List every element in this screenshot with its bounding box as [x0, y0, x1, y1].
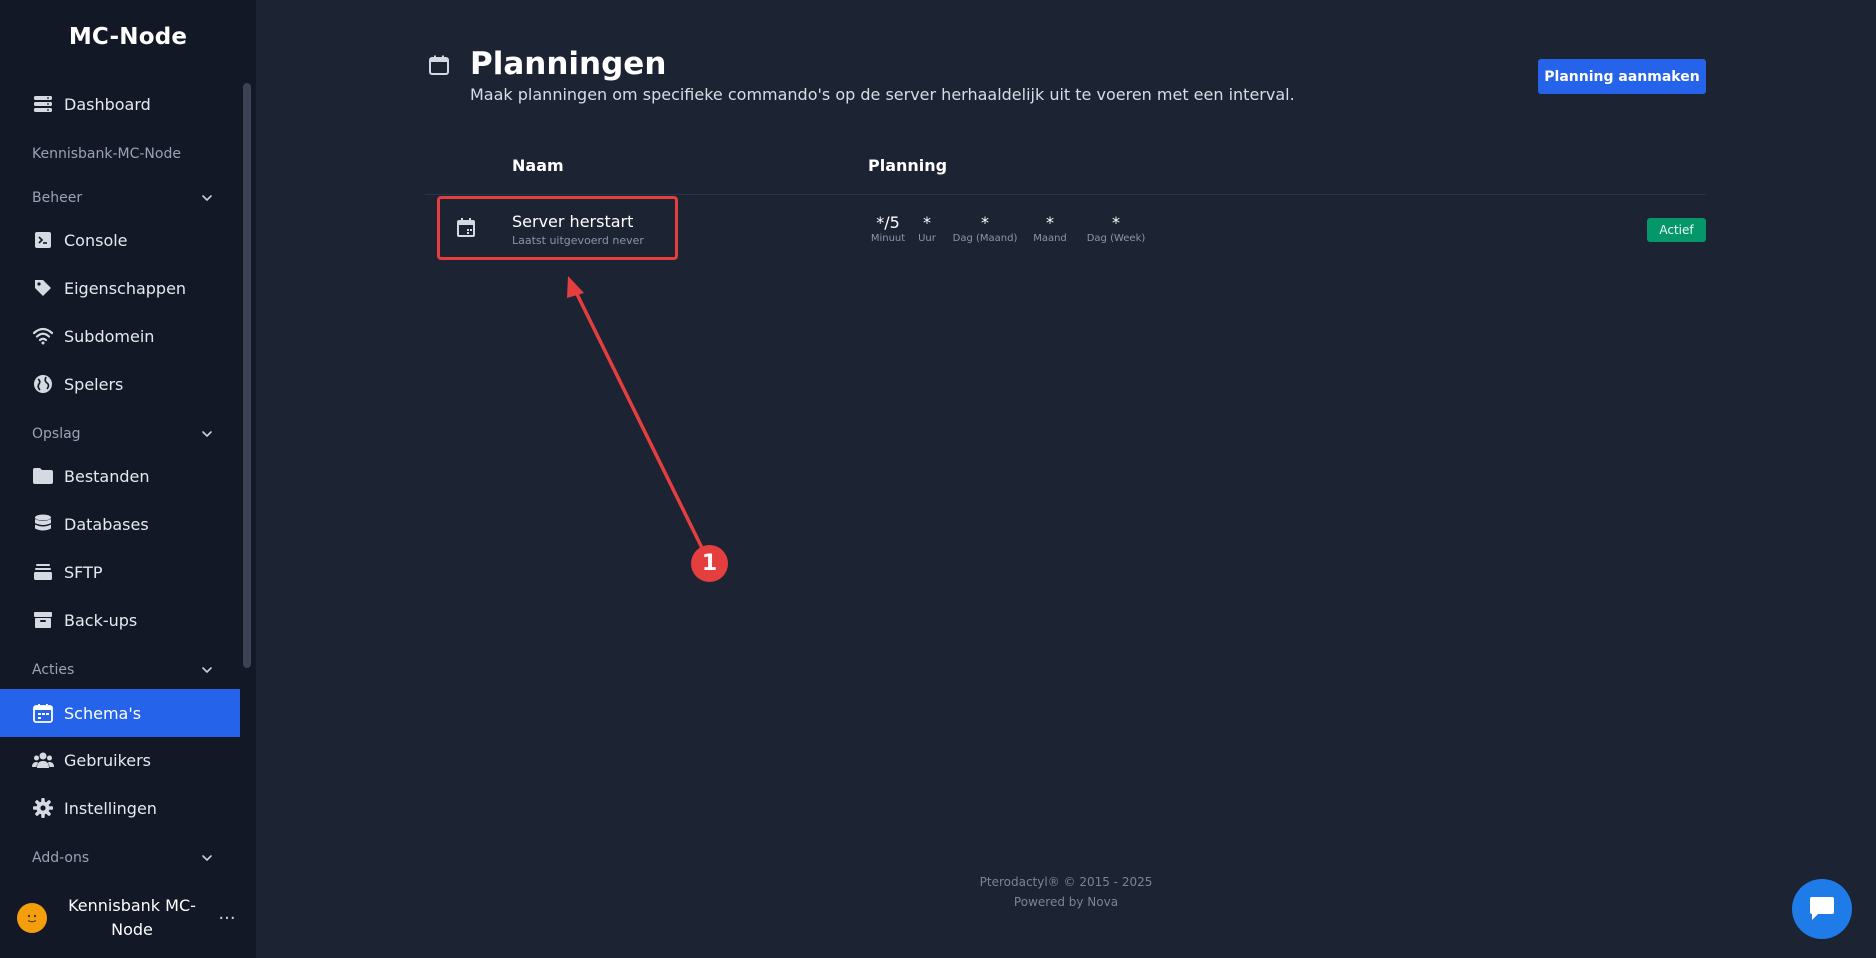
sidebar-item-console[interactable]: Console: [0, 217, 240, 263]
schedule-name[interactable]: Server herstart: [512, 212, 633, 231]
sidebar-item-label: Bestanden: [64, 466, 150, 486]
user-name: Kennisbank MC- Node: [62, 894, 202, 942]
sidebar-item-sftp[interactable]: SFTP: [0, 549, 240, 595]
sidebar-item-label: Subdomein: [64, 326, 155, 346]
sidebar: MC-Node Dashboard Kennisbank-MC-Node Beh…: [0, 0, 256, 958]
schedule-last-run: Laatst uitgevoerd never: [512, 234, 644, 247]
cron-hour-value: *: [923, 213, 931, 232]
cron-hour: * Uur: [912, 214, 942, 246]
footer-copyright: Pterodactyl® © 2015 - 2025: [979, 875, 1153, 889]
section-addons-label: Add-ons: [32, 850, 90, 866]
cron-minute-label: Minuut: [870, 233, 906, 244]
section-opslag[interactable]: Opslag: [32, 423, 212, 445]
avatar[interactable]: [17, 903, 47, 933]
gear-icon: [32, 797, 54, 819]
column-header-name: Naam: [512, 156, 564, 175]
sidebar-item-instellingen[interactable]: Instellingen: [0, 785, 240, 831]
sidebar-item-label: Console: [64, 230, 128, 250]
globe-icon: [32, 373, 54, 395]
sidebar-item-schemas[interactable]: Schema's: [0, 689, 240, 737]
terminal-icon: [32, 229, 54, 251]
cron-day-week-label: Dag (Week): [1086, 233, 1146, 244]
sidebar-scrollbar-thumb[interactable]: [243, 83, 251, 668]
sidebar-item-backups[interactable]: Back-ups: [0, 597, 240, 643]
tag-icon: [32, 277, 54, 299]
sidebar-item-label: Eigenschappen: [64, 278, 187, 298]
sidebar-item-label: Instellingen: [64, 798, 157, 818]
table-divider: [425, 194, 1706, 195]
user-name-line2: Node: [111, 920, 153, 939]
footer-powered-by: Powered by Nova: [1013, 895, 1119, 909]
page-title: Planningen: [470, 46, 667, 82]
cron-day-month-label: Dag (Maand): [952, 233, 1018, 244]
user-name-line1: Kennisbank MC-: [68, 896, 196, 915]
sidebar-item-dashboard[interactable]: Dashboard: [0, 81, 240, 127]
chevron-down-icon: [202, 667, 212, 674]
annotation-marker: 1: [691, 545, 728, 582]
sidebar-item-databases[interactable]: Databases: [0, 501, 240, 547]
cron-hour-label: Uur: [918, 233, 936, 244]
calendar-icon: [428, 54, 450, 76]
column-header-schedule: Planning: [868, 156, 948, 175]
layers-icon: [32, 561, 54, 583]
cron-minute-value: */5: [876, 213, 900, 232]
cron-month: * Maand: [1029, 214, 1071, 246]
server-stack-icon: [32, 93, 54, 115]
sidebar-item-label: SFTP: [64, 562, 103, 582]
cron-day-month: * Dag (Maand): [950, 214, 1020, 246]
chevron-down-icon: [202, 431, 212, 438]
sidebar-item-gebruikers[interactable]: Gebruikers: [0, 737, 240, 783]
sidebar-item-label: Gebruikers: [64, 750, 152, 770]
calendar-icon: [455, 217, 477, 239]
users-icon: [32, 749, 54, 771]
smiley-icon: [27, 914, 37, 923]
section-acties[interactable]: Acties: [32, 659, 212, 681]
footer: Pterodactyl® © 2015 - 2025 Powered by No…: [916, 872, 1216, 912]
sidebar-item-label: Dashboard: [64, 94, 151, 114]
sidebar-item-spelers[interactable]: Spelers: [0, 361, 240, 407]
section-opslag-label: Opslag: [32, 426, 81, 442]
annotation-arrow: [567, 276, 705, 552]
sidebar-item-bestanden[interactable]: Bestanden: [0, 453, 240, 499]
cron-day-week: * Dag (Week): [1081, 214, 1151, 246]
chevron-down-icon: [202, 195, 212, 202]
chat-button[interactable]: [1792, 879, 1852, 939]
cron-minute: */5 Minuut: [868, 214, 908, 246]
sidebar-item-label: Databases: [64, 514, 149, 534]
sidebar-item-eigenschappen[interactable]: Eigenschappen: [0, 265, 240, 311]
sidebar-item-subdomein[interactable]: Subdomein: [0, 313, 240, 359]
status-badge: Actief: [1647, 218, 1706, 242]
section-beheer-label: Beheer: [32, 190, 83, 206]
section-beheer[interactable]: Beheer: [32, 187, 212, 209]
sidebar-item-label: Back-ups: [64, 610, 138, 630]
archive-box-icon: [32, 609, 54, 631]
chevron-down-icon: [202, 855, 212, 862]
wifi-icon: [32, 325, 54, 347]
cron-day-week-value: *: [1112, 213, 1120, 232]
folder-icon: [32, 465, 54, 487]
database-icon: [32, 513, 54, 535]
chat-bubble-icon: [1810, 897, 1834, 920]
server-name-label: Kennisbank-MC-Node: [32, 146, 181, 162]
brand-logo[interactable]: MC-Node: [0, 24, 256, 50]
user-profile[interactable]: Kennisbank MC- Node ...: [0, 890, 256, 950]
page-description: Maak planningen om specifieke commando's…: [470, 85, 1295, 104]
sidebar-item-label: Spelers: [64, 374, 124, 394]
create-schedule-button[interactable]: Planning aanmaken: [1538, 59, 1706, 94]
calendar-icon: [32, 702, 54, 724]
sidebar-scrollbar[interactable]: [243, 83, 251, 668]
table-row[interactable]: Server herstart Laatst uitgevoerd never …: [425, 196, 1706, 260]
more-options-button[interactable]: ...: [214, 905, 240, 930]
cron-month-value: *: [1046, 213, 1054, 232]
section-addons[interactable]: Add-ons: [32, 847, 212, 869]
sidebar-item-label: Schema's: [64, 703, 142, 723]
section-acties-label: Acties: [32, 662, 75, 678]
cron-day-month-value: *: [981, 213, 989, 232]
cron-month-label: Maand: [1033, 233, 1067, 244]
